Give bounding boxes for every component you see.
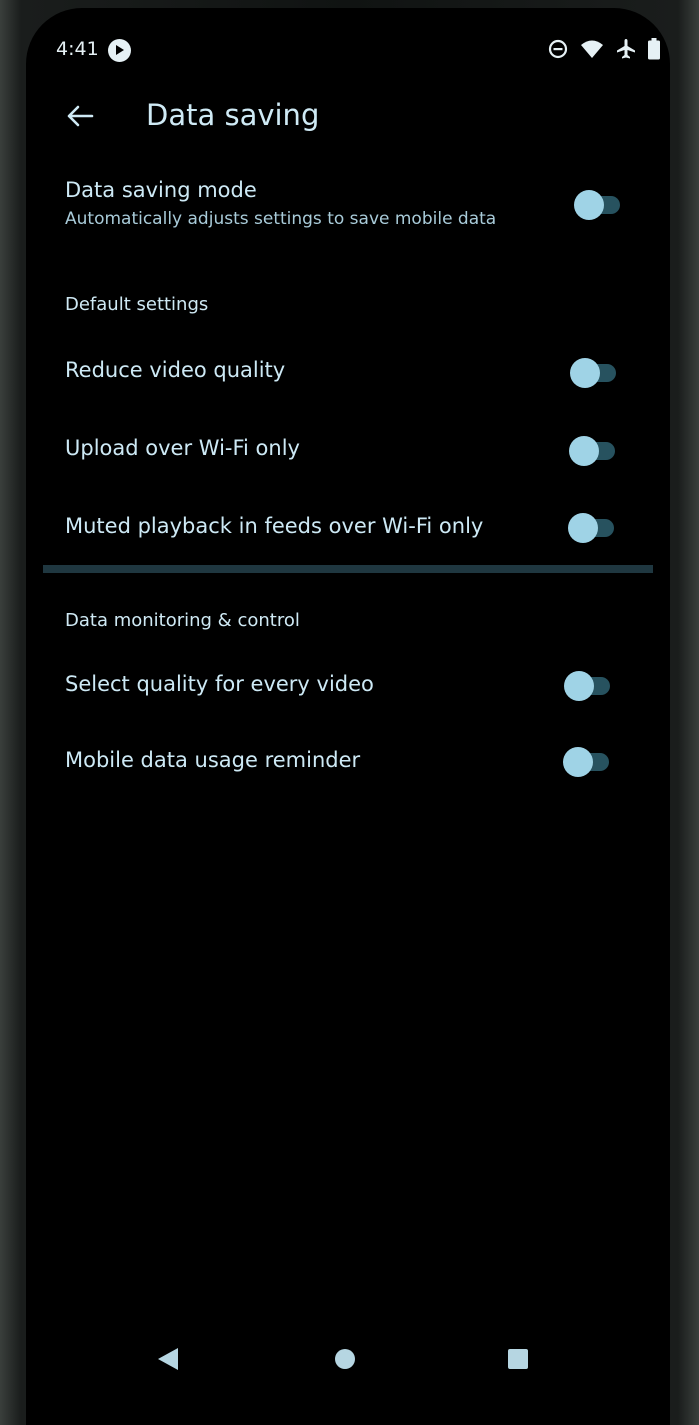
select-quality-row[interactable]: Select quality for every video xyxy=(26,670,670,716)
muted-playback-row[interactable]: Muted playback in feeds over Wi-Fi only xyxy=(26,512,670,558)
upload-wifi-only-label: Upload over Wi-Fi only xyxy=(65,436,300,460)
toggle-thumb xyxy=(574,190,604,220)
toggle-thumb xyxy=(570,358,600,388)
battery-icon xyxy=(648,38,660,60)
data-saving-mode-row[interactable]: Data saving mode Automatically adjusts s… xyxy=(26,176,670,256)
toggle-thumb xyxy=(568,513,598,543)
phone-screen: 4:41 Data saving Data saving mode Automa… xyxy=(26,8,670,1425)
media-playing-icon xyxy=(108,39,131,62)
wifi-icon xyxy=(581,40,603,58)
status-icons xyxy=(548,38,660,60)
data-saving-mode-title: Data saving mode xyxy=(65,178,257,202)
status-time: 4:41 xyxy=(56,38,99,60)
reduce-video-quality-toggle[interactable] xyxy=(570,357,618,389)
data-saving-mode-toggle[interactable] xyxy=(574,189,622,221)
toggle-thumb xyxy=(564,671,594,701)
airplane-mode-icon xyxy=(617,39,635,59)
toggle-thumb xyxy=(569,436,599,466)
reduce-video-quality-label: Reduce video quality xyxy=(65,358,286,382)
select-quality-toggle[interactable] xyxy=(564,670,612,702)
reduce-video-quality-row[interactable]: Reduce video quality xyxy=(26,358,670,402)
phone-device: 4:41 Data saving Data saving mode Automa… xyxy=(0,0,699,1425)
data-usage-reminder-label: Mobile data usage reminder xyxy=(65,748,361,772)
status-bar: 4:41 xyxy=(26,36,670,66)
upload-wifi-only-row[interactable]: Upload over Wi-Fi only xyxy=(26,436,670,480)
default-settings-header: Default settings xyxy=(65,294,209,315)
select-quality-label: Select quality for every video xyxy=(65,672,374,696)
muted-playback-label: Muted playback in feeds over Wi-Fi only xyxy=(65,514,484,538)
navigation-bar xyxy=(26,1338,670,1388)
arrow-back-icon[interactable] xyxy=(64,100,96,132)
data-saving-mode-subtitle: Automatically adjusts settings to save m… xyxy=(65,209,497,229)
data-monitoring-header: Data monitoring & control xyxy=(65,610,300,631)
data-usage-reminder-row[interactable]: Mobile data usage reminder xyxy=(26,746,670,792)
nav-recents-icon[interactable] xyxy=(508,1349,528,1369)
page-title: Data saving xyxy=(146,98,320,132)
app-bar: Data saving xyxy=(26,88,670,144)
upload-wifi-only-toggle[interactable] xyxy=(569,435,617,467)
toggle-thumb xyxy=(563,747,593,777)
section-divider xyxy=(43,565,653,573)
nav-back-icon[interactable] xyxy=(158,1348,178,1370)
data-usage-reminder-toggle[interactable] xyxy=(563,746,611,778)
muted-playback-toggle[interactable] xyxy=(568,512,616,544)
do-not-disturb-icon xyxy=(548,39,568,59)
nav-home-icon[interactable] xyxy=(335,1349,355,1369)
